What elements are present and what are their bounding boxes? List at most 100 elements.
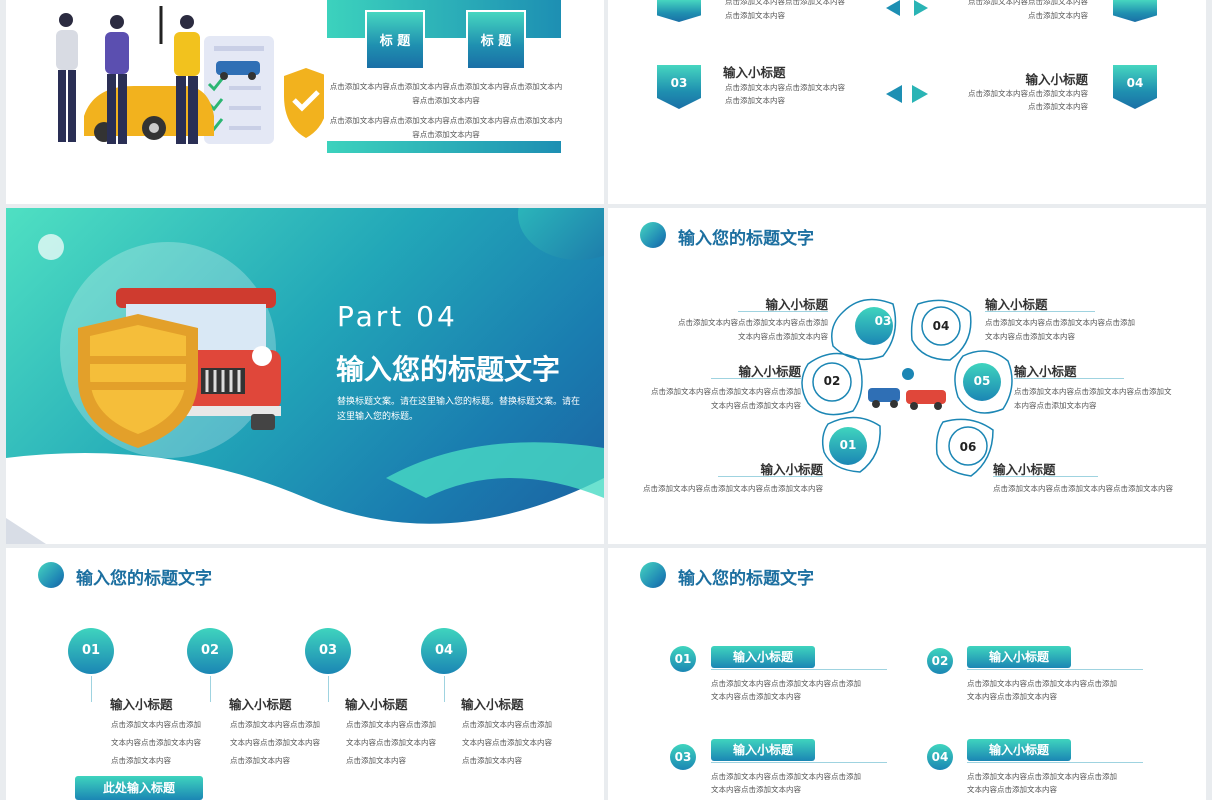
step-01-text: 点击添加文本内容点击添加 (111, 720, 201, 729)
text-top-right: 点击添加文本内容点击添加文本内容 (968, 0, 1088, 6)
text-top-right-2: 点击添加文本内容 (1028, 11, 1088, 20)
step-02-title: 输入小标题 (229, 697, 292, 712)
item-02-text-2: 文本内容点击添加文本内容 (967, 692, 1057, 701)
banner-bottom (327, 141, 561, 153)
step-01-text-3: 点击添加文本内容 (111, 756, 171, 765)
section-desc-2: 这里输入您的标题。 (337, 412, 419, 422)
header-dot (640, 562, 666, 588)
step-03-text-2: 文本内容点击添加文本内容 (346, 738, 436, 747)
slide-6[interactable]: 输入您的标题文字 01 输入小标题 点击添加文本内容点击添加文本内容点击添加 文… (608, 548, 1206, 800)
people-car-illustration (56, 6, 324, 144)
divider (711, 669, 887, 670)
step-04-circle: 04 (421, 628, 467, 674)
header-dot (640, 222, 666, 248)
item-03-text: 点击添加文本内容点击添加文本内容 (725, 83, 845, 92)
connector (444, 676, 445, 702)
slide-2[interactable]: 点击添加文本内容点击添加文本内容 点击添加文本内容 点击添加文本内容点击添加文本… (608, 0, 1206, 204)
hex-badge-top-right (1113, 0, 1157, 22)
divider (711, 762, 887, 763)
divider (1014, 378, 1124, 379)
item-02-text: 点击添加文本内容点击添加文本内容点击添加 (651, 387, 801, 396)
petal-num-03: 03 (874, 314, 892, 328)
input-title-button[interactable]: 此处输入标题 (75, 776, 203, 800)
section-desc: 替换标题文案。请在这里输入您的标题。替换标题文案。请在 (337, 397, 581, 407)
text-top-left: 点击添加文本内容点击添加文本内容 (725, 0, 845, 6)
item-02-circle: 02 (927, 648, 953, 674)
item-01-text: 点击添加文本内容点击添加文本内容点击添加文本内容 (643, 484, 823, 493)
slide-1[interactable]: 标 题 标 题 点击添加文本内容点击添加文本内容点击添加文本内容点击添加文本内容… (6, 0, 604, 204)
item-03-circle: 03 (670, 744, 696, 770)
petal-num-06: 06 (959, 440, 977, 454)
item-01-text: 点击添加文本内容点击添加文本内容点击添加 (711, 679, 861, 688)
badge-04: 04 (1113, 65, 1157, 109)
item-04-text: 点击添加文本内容点击添加文本内容 (968, 89, 1088, 98)
step-04-title: 输入小标题 (461, 697, 524, 712)
badge-03: 03 (657, 65, 701, 109)
part-label: Part 04 (337, 300, 458, 333)
item-03-text: 点击添加文本内容点击添加文本内容点击添加 (711, 772, 861, 781)
step-02-circle: 02 (187, 628, 233, 674)
step-04-text-2: 文本内容点击添加文本内容 (462, 738, 552, 747)
item-04-text-2: 文本内容点击添加文本内容 (967, 785, 1057, 794)
item-05-text-2: 本内容点击添加文本内容 (1014, 401, 1097, 410)
hex-badge-top-left (657, 0, 701, 22)
item-03-text-2: 文本内容点击添加文本内容 (711, 785, 801, 794)
item-01-circle: 01 (670, 646, 696, 672)
petal-num-04: 04 (932, 319, 950, 333)
divider (738, 311, 828, 312)
petal-num-01: 01 (839, 438, 857, 452)
step-02-text: 点击添加文本内容点击添加 (230, 720, 320, 729)
step-03-text: 点击添加文本内容点击添加 (346, 720, 436, 729)
paragraph-2: 点击添加文本内容点击添加文本内容点击添加文本内容点击添加文本内容点击添加文本内容 (329, 116, 563, 139)
divider (967, 762, 1143, 763)
step-03-text-3: 点击添加文本内容 (346, 756, 406, 765)
item-04-text: 点击添加文本内容点击添加文本内容点击添加 (967, 772, 1117, 781)
slide-3[interactable]: Part 04 输入您的标题文字 替换标题文案。请在这里输入您的标题。替换标题文… (6, 208, 604, 544)
item-06-text: 点击添加文本内容点击添加文本内容点击添加文本内容 (993, 484, 1173, 493)
header-title: 输入您的标题文字 (678, 229, 814, 249)
divider (718, 476, 823, 477)
corner-blob (518, 208, 604, 260)
bubble-small (38, 234, 64, 260)
connector (210, 676, 211, 702)
item-02-text: 点击添加文本内容点击添加文本内容点击添加 (967, 679, 1117, 688)
slide-4[interactable]: 输入您的标题文字 03 04 02 05 01 06 输入小标题 点击添加文本内… (608, 208, 1206, 544)
title-box-1: 标 题 (365, 10, 425, 70)
item-02-title: 输入小标题 (967, 646, 1071, 668)
slide-5[interactable]: 输入您的标题文字 01 02 03 04 输入小标题 点击添加文本内容点击添加 … (6, 548, 604, 800)
car-shield-icon (78, 288, 281, 448)
step-03-title: 输入小标题 (345, 697, 408, 712)
item-04-title: 输入小标题 (1025, 72, 1088, 87)
item-04-title: 输入小标题 (967, 739, 1071, 761)
item-04-circle: 04 (927, 744, 953, 770)
step-02-text-3: 点击添加文本内容 (230, 756, 290, 765)
item-04-text: 点击添加文本内容点击添加文本内容点击添加 (985, 318, 1135, 327)
item-04-text-2: 点击添加文本内容 (1028, 102, 1088, 111)
header-dot (38, 562, 64, 588)
petal-num-02: 02 (823, 374, 841, 388)
header-title: 输入您的标题文字 (76, 569, 212, 589)
header-title: 输入您的标题文字 (678, 569, 814, 589)
section-title: 输入您的标题文字 (336, 353, 561, 386)
title-box-2: 标 题 (466, 10, 526, 70)
item-03-title: 输入小标题 (723, 65, 786, 80)
step-01-circle: 01 (68, 628, 114, 674)
connector (328, 676, 329, 702)
step-02-text-2: 文本内容点击添加文本内容 (230, 738, 320, 747)
arrows-icon (886, 85, 928, 103)
item-03-title: 输入小标题 (711, 739, 815, 761)
item-03-text-2: 文本内容点击添加文本内容 (738, 332, 828, 341)
step-04-text: 点击添加文本内容点击添加 (462, 720, 552, 729)
step-01-text-2: 文本内容点击添加文本内容 (111, 738, 201, 747)
item-01-title: 输入小标题 (711, 646, 815, 668)
step-04-text-3: 点击添加文本内容 (462, 756, 522, 765)
item-05-text: 点击添加文本内容点击添加文本内容点击添加文 (1014, 387, 1172, 396)
item-03-text: 点击添加文本内容点击添加文本内容点击添加 (678, 318, 828, 327)
divider (711, 378, 801, 379)
connector (91, 676, 92, 702)
item-01-text-2: 文本内容点击添加文本内容 (711, 692, 801, 701)
divider (993, 476, 1098, 477)
divider (985, 311, 1095, 312)
item-04-text-2: 文本内容点击添加文本内容 (985, 332, 1075, 341)
item-02-text-2: 文本内容点击添加文本内容 (711, 401, 801, 410)
